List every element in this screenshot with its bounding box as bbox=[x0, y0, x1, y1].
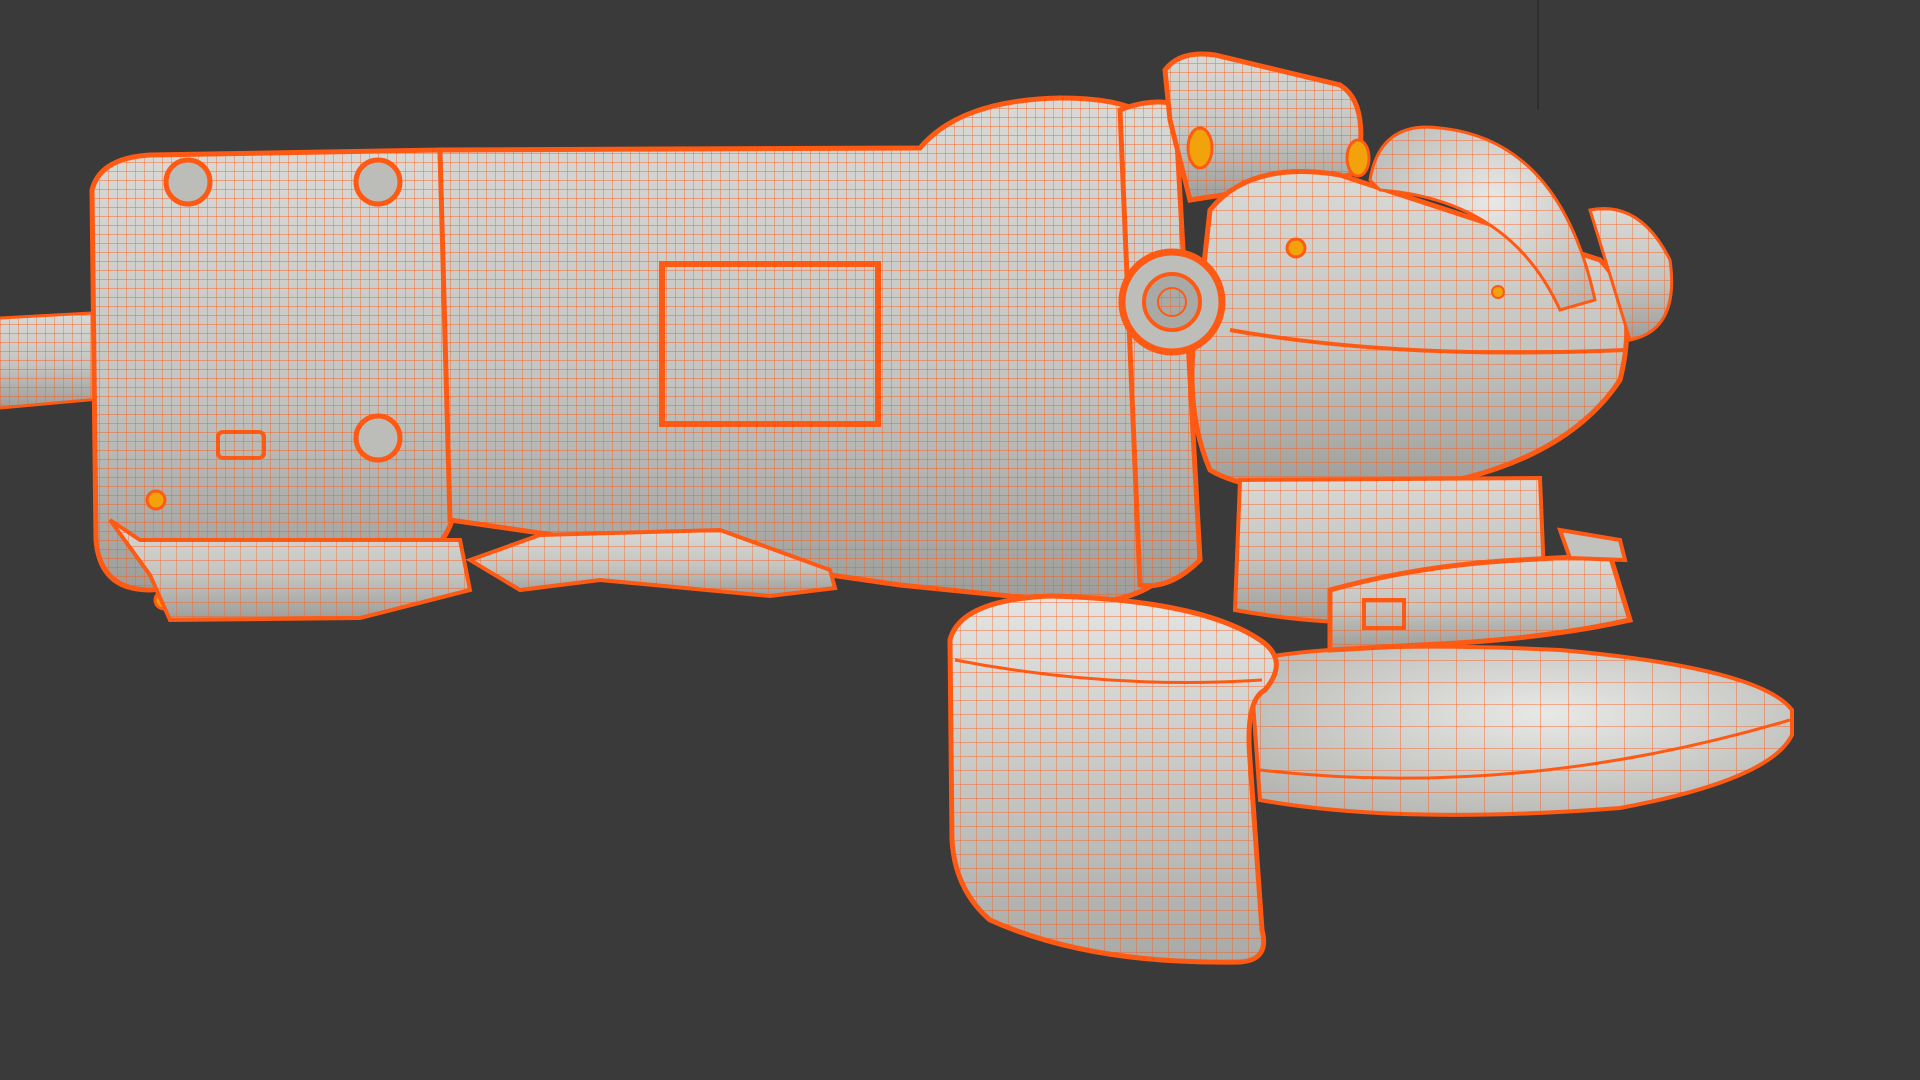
model-render[interactable] bbox=[0, 0, 1920, 1080]
cutting-disc bbox=[1247, 644, 1794, 817]
highlight-marker-icon bbox=[145, 489, 167, 511]
screw-icon bbox=[163, 157, 213, 207]
highlight-marker-icon bbox=[1491, 285, 1505, 299]
screw-icon bbox=[353, 157, 403, 207]
highlight-marker-icon bbox=[1285, 237, 1307, 259]
wheel-guard bbox=[947, 593, 1279, 965]
motor-housing bbox=[437, 95, 1163, 605]
highlight-marker-icon bbox=[1186, 126, 1214, 170]
screw-icon bbox=[353, 413, 403, 463]
3d-viewport[interactable] bbox=[0, 0, 1920, 1080]
rear-housing bbox=[89, 147, 473, 623]
highlight-marker-icon bbox=[1345, 138, 1371, 178]
